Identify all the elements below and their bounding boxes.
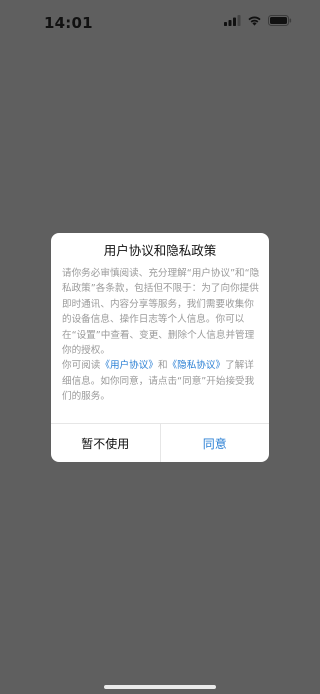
dialog-paragraph-links: 你可阅读《用户协议》和《隐私协议》了解详细信息。如你同意，请点击“同意”开始接受… [62,358,261,404]
dialog-paragraph-terms: 请你务必审慎阅读、充分理解“用户协议”和“隐私政策”各条款，包括但不限于：为了向… [62,268,260,357]
dialog-footer: 暂不使用 同意 [51,423,269,462]
user-agreement-link[interactable]: 《用户协议》 [100,360,158,371]
links-and-text: 和 [157,360,168,372]
home-indicator[interactable] [104,685,216,689]
privacy-agreement-link[interactable]: 《隐私协议》 [168,360,226,371]
status-bar: 14:01 [0,0,320,44]
dialog-title: 用户协议和隐私政策 [103,243,217,258]
links-prefix-text: 你可阅读 [62,360,101,372]
status-icons [224,15,292,26]
privacy-dialog: 用户协议和隐私政策 请你务必审慎阅读、充分理解“用户协议”和“隐私政策”各条款，… [51,233,269,462]
dialog-body: 请你务必审慎阅读、充分理解“用户协议”和“隐私政策”各条款，包括但不限于：为了向… [62,266,261,405]
decline-button[interactable]: 暂不使用 [51,424,161,462]
battery-icon [268,15,292,26]
cellular-signal-icon [224,15,241,26]
agree-button[interactable]: 同意 [161,424,270,462]
status-time: 14:01 [44,14,93,32]
wifi-icon [248,16,261,26]
